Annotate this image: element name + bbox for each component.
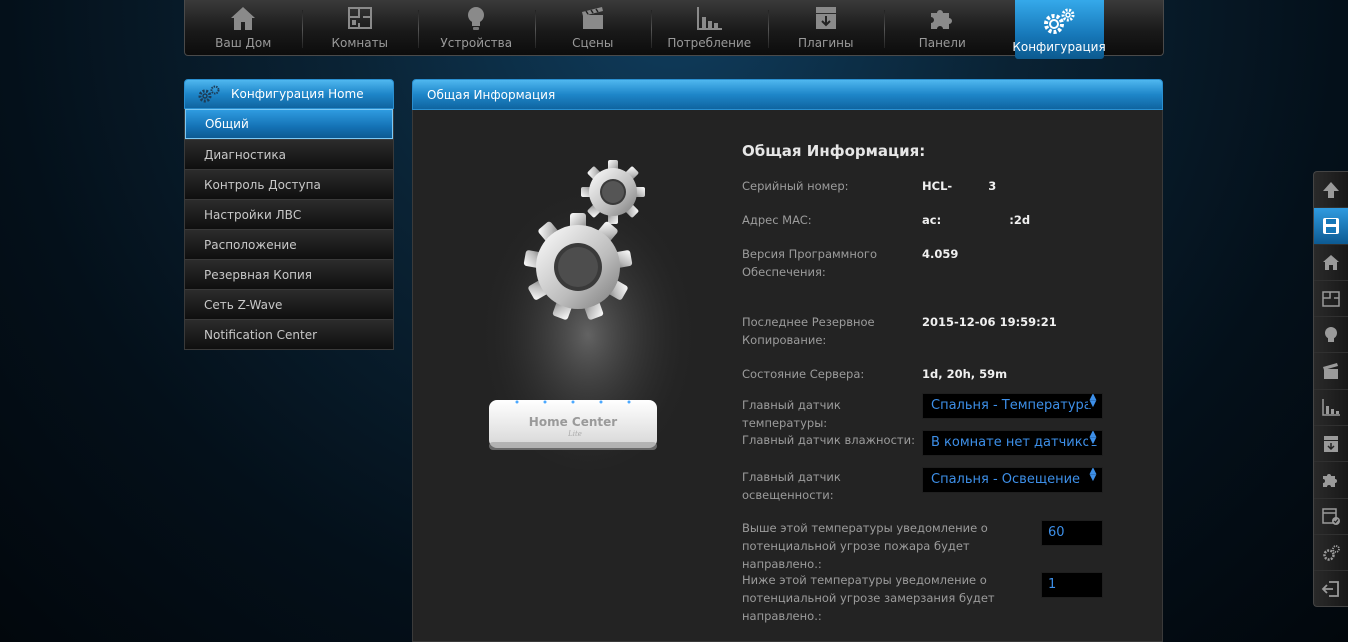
house-icon: [231, 7, 256, 30]
sidebar-item-lan-settings[interactable]: Настройки ЛВС: [185, 199, 393, 229]
freeze-threshold-input[interactable]: 1: [1041, 572, 1103, 598]
top-navigation: Ваш Дом Комнаты Устройства Сцены Потребл…: [184, 0, 1164, 59]
main-panel-title: Общая Информация: [427, 87, 556, 102]
sidebar-item-general[interactable]: Общий: [185, 109, 393, 139]
toolbar-panels-button[interactable]: [1314, 462, 1348, 499]
humidity-sensor-value: В комнате нет датчиков т: [931, 435, 1103, 450]
config-sidebar: Конфигурация Home Общий Диагностика Конт…: [184, 79, 394, 350]
toolbar-consumption-button[interactable]: [1314, 390, 1348, 427]
gears-icon: [1044, 8, 1075, 34]
small-gear-icon: [581, 160, 645, 224]
sidebar-header: Конфигурация Home: [184, 79, 394, 109]
nav-item-consumption[interactable]: Потребление: [651, 0, 768, 55]
main-panel-body: Home Center Lite Общая Информация: Серий…: [412, 110, 1163, 642]
puzzle-icon: [931, 10, 953, 29]
toolbar-configuration-button[interactable]: [1314, 535, 1348, 572]
sidebar-item-location[interactable]: Расположение: [185, 229, 393, 259]
nav-item-scenes[interactable]: Сцены: [534, 0, 652, 55]
logout-icon: [1321, 581, 1339, 598]
sidebar-item-access-control[interactable]: Контроль Доступа: [185, 169, 393, 199]
logout-button[interactable]: [1314, 571, 1348, 607]
server-value: 1d, 20h, 59m: [922, 367, 1008, 381]
puzzle-icon: [1323, 474, 1337, 488]
nav-label: Устройства: [440, 36, 513, 50]
sidebar-item-notification-center[interactable]: Notification Center: [185, 319, 393, 349]
nav-label: Ваш Дом: [215, 36, 272, 50]
nav-label: Плагины: [798, 36, 854, 50]
lightbulb-icon: [468, 7, 485, 30]
toolbar-home-button[interactable]: [1314, 245, 1348, 281]
gears-icon: [198, 85, 220, 103]
device-brand-label: Home Center: [529, 415, 617, 429]
clapperboard-icon: [581, 7, 603, 29]
select-arrows-icon: ▲ ▼: [1088, 393, 1098, 409]
main-panel-header: Общая Информация: [412, 79, 1163, 110]
freeze-threshold-label: Ниже этой температуры уведомление о поте…: [742, 573, 995, 623]
nav-label: Потребление: [667, 36, 752, 50]
sidebar-title: Конфигурация Home: [231, 87, 364, 101]
nav-item-rooms[interactable]: Комнаты: [301, 0, 419, 55]
toolbar-rooms-button[interactable]: [1314, 281, 1348, 318]
info-title: Общая Информация:: [742, 142, 926, 160]
house-icon: [1323, 255, 1339, 271]
download-box-icon: [815, 7, 836, 29]
humidity-sensor-label: Главный датчик влажности:: [742, 433, 915, 447]
mac-label: Адрес MAC:: [742, 213, 812, 227]
sidebar-menu: Общий Диагностика Контроль Доступа Настр…: [184, 109, 394, 350]
nav-label: Сцены: [572, 36, 614, 50]
nav-label: Конфигурация: [1012, 40, 1106, 54]
toolbar-schedule-button[interactable]: [1314, 499, 1348, 535]
server-label: Состояние Сервера:: [742, 367, 865, 381]
nav-label: Панели: [918, 36, 966, 50]
serial-value: HCL- 3: [922, 179, 997, 193]
light-sensor-value: Спальня - Освещение: [931, 472, 1081, 487]
download-box-icon: [1324, 435, 1338, 452]
mac-value: ac: :2d: [922, 213, 1031, 227]
serial-label: Серийный номер:: [742, 179, 849, 193]
right-toolbar: [1313, 171, 1348, 607]
light-sensor-label: Главный датчик освещенности:: [742, 470, 841, 502]
calendar-check-icon: [1322, 508, 1340, 526]
sidebar-item-diagnostics[interactable]: Диагностика: [185, 139, 393, 169]
nav-item-home[interactable]: Ваш Дом: [185, 0, 302, 55]
save-icon: [1323, 217, 1339, 234]
backup-label: Последнее Резервное Копирование:: [742, 315, 875, 347]
humidity-sensor-select[interactable]: В комнате нет датчиков т ▲ ▼: [922, 430, 1103, 456]
gears-icon: [1323, 544, 1340, 561]
nav-item-panels[interactable]: Панели: [884, 0, 1001, 55]
sidebar-item-backup[interactable]: Резервная Копия: [185, 259, 393, 289]
floorplan-icon: [347, 7, 372, 29]
temp-sensor-value: Спальня - Температура: [931, 398, 1092, 413]
main-panel: Общая Информация Home Center Lite Общая …: [412, 79, 1163, 642]
save-button[interactable]: [1314, 208, 1348, 245]
floorplan-icon: [1322, 290, 1340, 307]
bar-chart-icon: [1322, 399, 1340, 417]
firmware-value: 4.059: [922, 247, 959, 261]
toolbar-plugins-button[interactable]: [1314, 426, 1348, 463]
fire-threshold-input[interactable]: 60: [1041, 520, 1103, 546]
lightbulb-icon: [1325, 326, 1337, 342]
backup-value: 2015-12-06 19:59:21: [922, 315, 1057, 329]
temp-sensor-select[interactable]: Спальня - Температура ▲ ▼: [922, 393, 1103, 419]
device-model-label: Lite: [567, 430, 582, 438]
arrow-up-icon: [1323, 181, 1339, 198]
nav-item-configuration[interactable]: Конфигурация: [1012, 0, 1106, 59]
bar-chart-icon: [697, 7, 723, 30]
toolbar-devices-button[interactable]: [1314, 317, 1348, 354]
firmware-label: Версия Программного Обеспечения:: [742, 247, 877, 279]
scroll-top-button[interactable]: [1314, 172, 1348, 209]
light-sensor-select[interactable]: Спальня - Освещение ▲ ▼: [922, 467, 1103, 493]
clapperboard-icon: [1323, 363, 1338, 380]
nav-item-plugins[interactable]: Плагины: [767, 0, 885, 55]
temp-sensor-label: Главный датчик температуры:: [742, 398, 841, 430]
select-arrows-icon: ▲ ▼: [1088, 430, 1098, 446]
sidebar-item-zwave-network[interactable]: Сеть Z-Wave: [185, 289, 393, 319]
home-center-illustration: Home Center Lite: [478, 160, 698, 470]
select-arrows-icon: ▲ ▼: [1088, 467, 1098, 483]
nav-item-devices[interactable]: Устройства: [418, 0, 535, 55]
nav-label: Комнаты: [331, 36, 389, 50]
fire-threshold-label: Выше этой температуры уведомление о поте…: [742, 521, 988, 571]
toolbar-scenes-button[interactable]: [1314, 353, 1348, 390]
